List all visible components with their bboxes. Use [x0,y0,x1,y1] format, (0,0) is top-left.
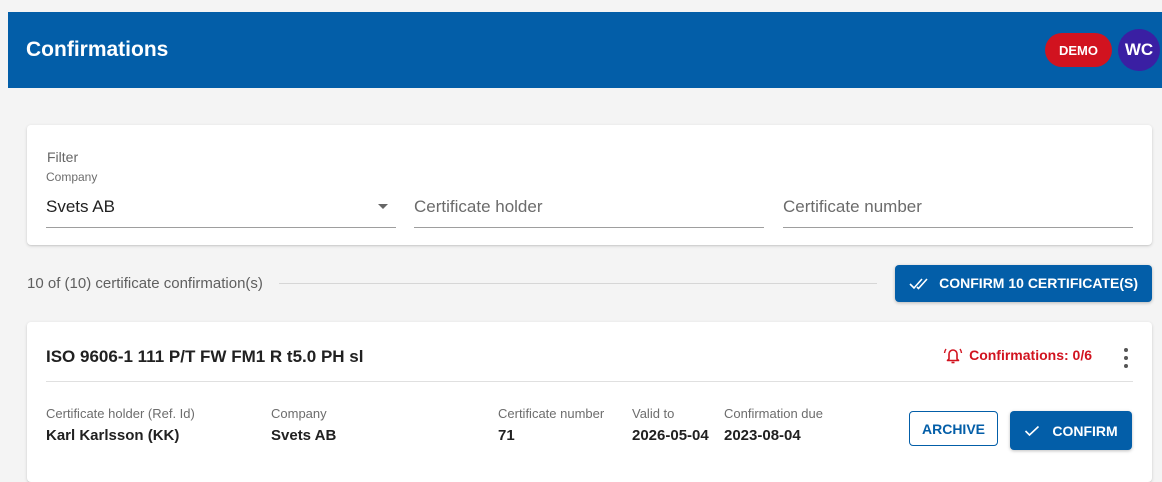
alarm-bell-icon [943,346,963,364]
valid-to-column: Valid to 2026-05-04 [632,406,709,444]
confirm-button[interactable]: CONFIRM [1010,411,1132,450]
kebab-dot [1124,364,1128,368]
certificate-card: ISO 9606-1 111 P/T FW FM1 R t5.0 PH sl C… [27,322,1152,482]
certificate-number-input[interactable]: Certificate number [783,170,1133,228]
certificate-holder-input[interactable]: Certificate holder [414,170,764,228]
demo-badge: DEMO [1045,33,1112,67]
certificate-number-value: 71 [498,427,515,444]
valid-to-value: 2026-05-04 [632,427,709,444]
confirmation-due-value: 2023-08-04 [724,427,801,444]
company-label: Company [271,406,327,421]
confirmation-status: Confirmations: 0/6 [943,346,1092,364]
results-count: 10 of (10) certificate confirmation(s) [27,274,263,292]
certificate-holder-label: Certificate holder (Ref. Id) [46,406,195,421]
page-title: Confirmations [26,38,169,61]
confirm-button-label: CONFIRM [1052,422,1118,439]
user-avatar[interactable]: WC [1118,29,1160,71]
app-header: Confirmations DEMO WC [8,12,1162,88]
confirmation-due-column: Confirmation due 2023-08-04 [724,406,823,444]
dropdown-arrow-icon[interactable] [378,204,388,209]
kebab-dot [1124,356,1128,360]
company-value: Svets AB [271,427,337,444]
certificate-title: ISO 9606-1 111 P/T FW FM1 R t5.0 PH sl [46,347,364,366]
summary-divider [278,282,878,284]
certificate-number-label: Certificate number [498,406,605,421]
company-select[interactable]: Company Svets AB [46,170,396,228]
certificate-number-placeholder: Certificate number [783,197,922,216]
confirm-all-button[interactable]: CONFIRM 10 CERTIFICATE(S) [895,264,1152,302]
confirmation-status-text: Confirmations: 0/6 [969,347,1092,363]
kebab-dot [1124,348,1128,352]
filter-heading: Filter [47,149,79,165]
results-summary-row: 10 of (10) certificate confirmation(s) C… [27,264,1152,302]
company-column: Company Svets AB [271,406,336,444]
double-check-icon [909,276,929,290]
company-select-label: Company [46,170,98,184]
confirmation-due-label: Confirmation due [724,406,823,421]
valid-to-label: Valid to [632,406,675,421]
check-icon [1024,425,1040,437]
certificate-number-column: Certificate number 71 [498,406,604,444]
more-options-icon[interactable] [1122,348,1130,368]
company-select-value: Svets AB [46,197,115,216]
archive-button[interactable]: ARCHIVE [909,411,998,446]
filter-card: Filter Company Svets AB Certificate hold… [27,125,1152,245]
certificate-holder-value: Karl Karlsson (KK) [46,427,180,444]
card-divider [46,381,1133,382]
certificate-holder-placeholder: Certificate holder [414,197,543,216]
certificate-holder-column: Certificate holder (Ref. Id) Karl Karlss… [46,406,195,444]
confirm-all-label: CONFIRM 10 CERTIFICATE(S) [939,275,1138,291]
